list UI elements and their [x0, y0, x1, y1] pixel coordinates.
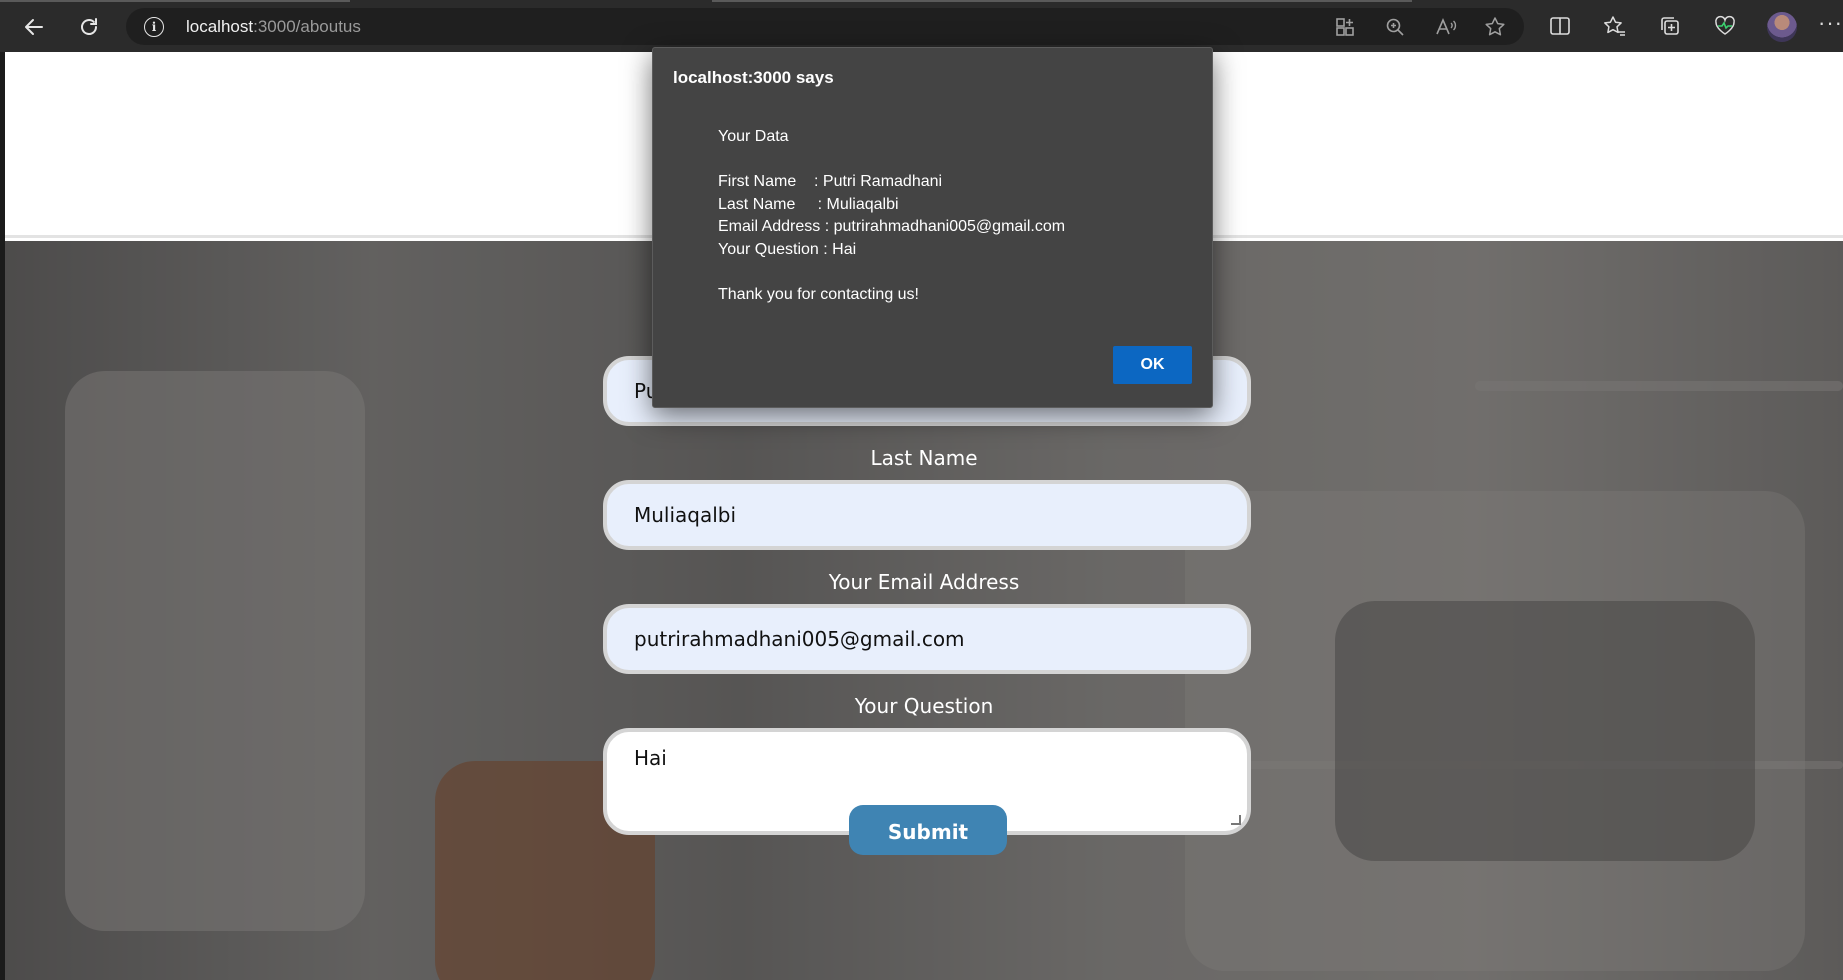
resize-grip[interactable] — [1231, 815, 1241, 825]
dialog-heading: Your Data — [718, 128, 789, 145]
email-label: Your Email Address — [828, 570, 1020, 594]
dialog-line: Email Address : putrirahmadhani005@gmail… — [718, 218, 1066, 235]
submit-button[interactable]: Submit — [849, 805, 1007, 855]
dialog-closing: Thank you for contacting us! — [718, 285, 919, 303]
last-name-input[interactable]: Muliaqalbi — [603, 480, 1251, 550]
address-bar[interactable]: i localhost:3000/aboutus — [126, 8, 1524, 45]
dialog-line: First Name : Putri Ramadhani — [718, 173, 943, 190]
profile-avatar[interactable] — [1767, 12, 1797, 42]
question-label: Your Question — [854, 694, 994, 718]
dialog-title: localhost:3000 says — [673, 68, 834, 87]
more-icon[interactable]: ··· — [1818, 10, 1843, 36]
info-icon[interactable]: i — [144, 17, 164, 37]
dialog-message: Your Data First Name : Putri Ramadhani Las… — [718, 126, 1065, 306]
browser-toolbar: i localhost:3000/aboutus ··· — [0, 0, 1843, 52]
email-value: putrirahmadhani005@gmail.com — [634, 627, 965, 651]
question-value: Hai — [634, 746, 667, 770]
collections-icon[interactable] — [1656, 12, 1684, 40]
read-aloud-icon[interactable] — [1434, 15, 1458, 39]
favorites-icon[interactable] — [1601, 12, 1629, 40]
tab-indicator — [0, 0, 350, 2]
apps-icon[interactable] — [1333, 15, 1357, 39]
alert-dialog: localhost:3000 says Your Data First Name … — [652, 47, 1213, 408]
tab-indicator — [712, 0, 1412, 2]
favorite-star-icon[interactable] — [1483, 15, 1507, 39]
dialog-line: Last Name : Muliaqalbi — [718, 195, 899, 213]
last-name-value: Muliaqalbi — [634, 503, 737, 527]
refresh-icon[interactable] — [72, 10, 106, 44]
zoom-icon[interactable] — [1383, 15, 1407, 39]
email-input[interactable]: putrirahmadhani005@gmail.com — [603, 604, 1251, 674]
split-screen-icon[interactable] — [1546, 12, 1574, 40]
health-icon[interactable] — [1711, 12, 1739, 40]
url-text[interactable]: localhost:3000/aboutus — [186, 17, 361, 37]
last-name-label: Last Name — [870, 446, 978, 470]
ok-button[interactable]: OK — [1113, 346, 1192, 384]
dialog-line: Your Question : Hai — [718, 240, 857, 258]
back-icon[interactable] — [17, 10, 51, 44]
